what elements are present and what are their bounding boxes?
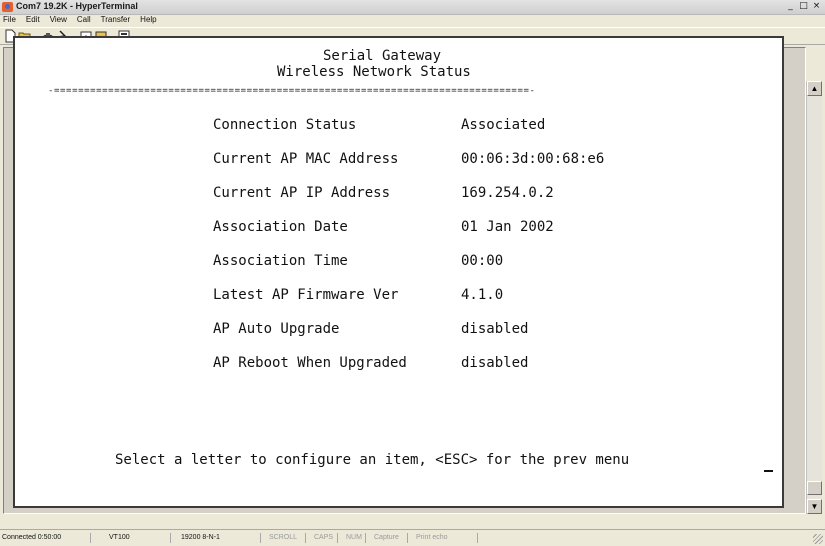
label-association-date: Association Date bbox=[213, 219, 348, 235]
value-ap-auto-upgrade: disabled bbox=[461, 321, 529, 337]
vertical-scrollbar[interactable]: ▲ ▼ bbox=[806, 81, 822, 514]
label-current-ap-ip: Current AP IP Address bbox=[213, 185, 391, 201]
prompt-text: Select a letter to configure an item, <E… bbox=[115, 452, 630, 468]
label-latest-ap-firmware: Latest AP Firmware Ver bbox=[213, 287, 399, 303]
heading-wireless-network-status: Wireless Network Status bbox=[277, 64, 471, 80]
value-current-ap-ip: 169.254.0.2 bbox=[461, 185, 554, 201]
menu-bar: File Edit View Call Transfer Help bbox=[0, 14, 825, 26]
value-current-ap-mac: 00:06:3d:00:68:e6 bbox=[461, 151, 605, 167]
status-bar: Connected 0:50:00 VT100 19200 8-N-1 SCRO… bbox=[0, 529, 825, 546]
value-connection-status: Associated bbox=[461, 117, 546, 133]
value-association-time: 00:00 bbox=[461, 253, 504, 269]
maximize-button[interactable]: □ bbox=[797, 1, 810, 12]
heading-divider: -=======================================… bbox=[48, 86, 536, 96]
text-cursor bbox=[764, 470, 773, 472]
window-title: Com7 19.2K - HyperTerminal bbox=[16, 1, 138, 11]
menu-view[interactable]: View bbox=[50, 14, 67, 26]
menu-edit[interactable]: Edit bbox=[26, 14, 40, 26]
menu-transfer[interactable]: Transfer bbox=[101, 14, 131, 26]
window-controls: _ □ × bbox=[784, 1, 823, 12]
status-spacer bbox=[477, 533, 807, 543]
label-connection-status: Connection Status bbox=[213, 117, 357, 133]
status-print-echo: Print echo bbox=[407, 533, 477, 543]
label-ap-auto-upgrade: AP Auto Upgrade bbox=[213, 321, 340, 337]
value-ap-reboot-when-upgraded: disabled bbox=[461, 355, 529, 371]
heading-serial-gateway: Serial Gateway bbox=[323, 48, 442, 64]
terminal-screen[interactable]: Serial Gateway Wireless Network Status -… bbox=[13, 36, 784, 508]
status-port-settings: 19200 8-N-1 bbox=[170, 533, 260, 543]
scroll-thumb[interactable] bbox=[807, 481, 822, 495]
scroll-up-button[interactable]: ▲ bbox=[807, 81, 822, 96]
status-emulation: VT100 bbox=[90, 533, 170, 543]
status-capture: Capture bbox=[365, 533, 407, 543]
label-association-time: Association Time bbox=[213, 253, 348, 269]
minimize-button[interactable]: _ bbox=[784, 1, 797, 12]
value-latest-ap-firmware: 4.1.0 bbox=[461, 287, 504, 303]
title-bar[interactable]: Com7 19.2K - HyperTerminal _ □ × bbox=[0, 0, 825, 15]
close-button[interactable]: × bbox=[810, 1, 823, 12]
menu-call[interactable]: Call bbox=[77, 14, 91, 26]
menu-file[interactable]: File bbox=[3, 14, 16, 26]
status-connected-time: Connected 0:50:00 bbox=[2, 534, 62, 541]
status-num: NUM bbox=[337, 533, 365, 543]
status-caps: CAPS bbox=[305, 533, 337, 543]
scroll-down-button[interactable]: ▼ bbox=[807, 499, 822, 514]
label-ap-reboot-when-upgraded: AP Reboot When Upgraded bbox=[213, 355, 407, 371]
menu-help[interactable]: Help bbox=[140, 14, 156, 26]
value-association-date: 01 Jan 2002 bbox=[461, 219, 554, 235]
resize-grip[interactable] bbox=[813, 534, 823, 544]
status-scroll: SCROLL bbox=[260, 533, 305, 543]
label-current-ap-mac: Current AP MAC Address bbox=[213, 151, 399, 167]
hyperterminal-app-icon bbox=[2, 2, 13, 12]
